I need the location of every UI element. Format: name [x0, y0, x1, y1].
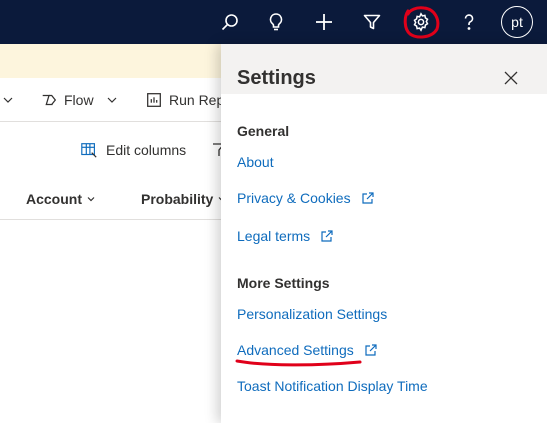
advanced-settings-underline-annotation	[235, 359, 362, 367]
help-icon[interactable]	[455, 8, 483, 36]
flow-button[interactable]: Flow	[40, 90, 94, 110]
search-icon[interactable]	[216, 8, 244, 36]
toast-notification-display-time-link[interactable]: Toast Notification Display Time	[237, 378, 428, 394]
more-settings-section-heading: More Settings	[237, 275, 330, 291]
column-header-label: Account	[26, 191, 82, 207]
top-navigation-bar: pt	[0, 0, 547, 44]
settings-panel-title: Settings	[237, 67, 316, 89]
edit-columns-icon	[81, 143, 97, 158]
link-label: Legal terms	[237, 228, 311, 244]
lightbulb-icon[interactable]	[262, 8, 290, 36]
external-link-icon	[361, 192, 374, 204]
general-section-heading: General	[237, 123, 290, 139]
link-label: Toast Notification Display Time	[237, 378, 428, 394]
personalization-settings-link[interactable]: Personalization Settings	[237, 306, 387, 322]
column-header-account[interactable]: Account	[26, 191, 96, 207]
link-label: Personalization Settings	[237, 306, 388, 322]
chevron-down-icon[interactable]	[2, 90, 20, 110]
plus-icon[interactable]	[310, 8, 338, 36]
link-label: About	[237, 154, 274, 170]
link-label: Privacy & Cookies	[237, 190, 351, 206]
external-link-icon	[365, 344, 377, 356]
flow-dropdown-chevron-icon[interactable]	[106, 90, 124, 110]
about-link[interactable]: About	[237, 154, 274, 170]
column-header-probability[interactable]: Probability	[141, 191, 227, 207]
advanced-settings-link[interactable]: Advanced Settings	[237, 342, 378, 358]
gear-highlight-annotation	[403, 6, 440, 39]
legal-terms-link[interactable]: Legal terms	[237, 228, 334, 244]
edit-columns-button[interactable]: Edit columns	[80, 141, 186, 159]
avatar[interactable]: pt	[501, 6, 533, 38]
flow-label: Flow	[64, 92, 94, 108]
flow-icon	[42, 94, 57, 106]
chevron-down-icon	[87, 197, 95, 202]
edit-columns-label: Edit columns	[106, 142, 187, 158]
external-link-icon	[321, 230, 333, 242]
close-icon[interactable]	[503, 70, 519, 86]
run-report-button[interactable]: Run Repo	[145, 90, 232, 110]
filter-icon[interactable]	[358, 8, 386, 36]
privacy-cookies-link[interactable]: Privacy & Cookies	[237, 190, 375, 206]
link-label: Advanced Settings	[237, 342, 354, 358]
column-header-label: Probability	[141, 191, 214, 207]
report-icon	[147, 93, 161, 107]
